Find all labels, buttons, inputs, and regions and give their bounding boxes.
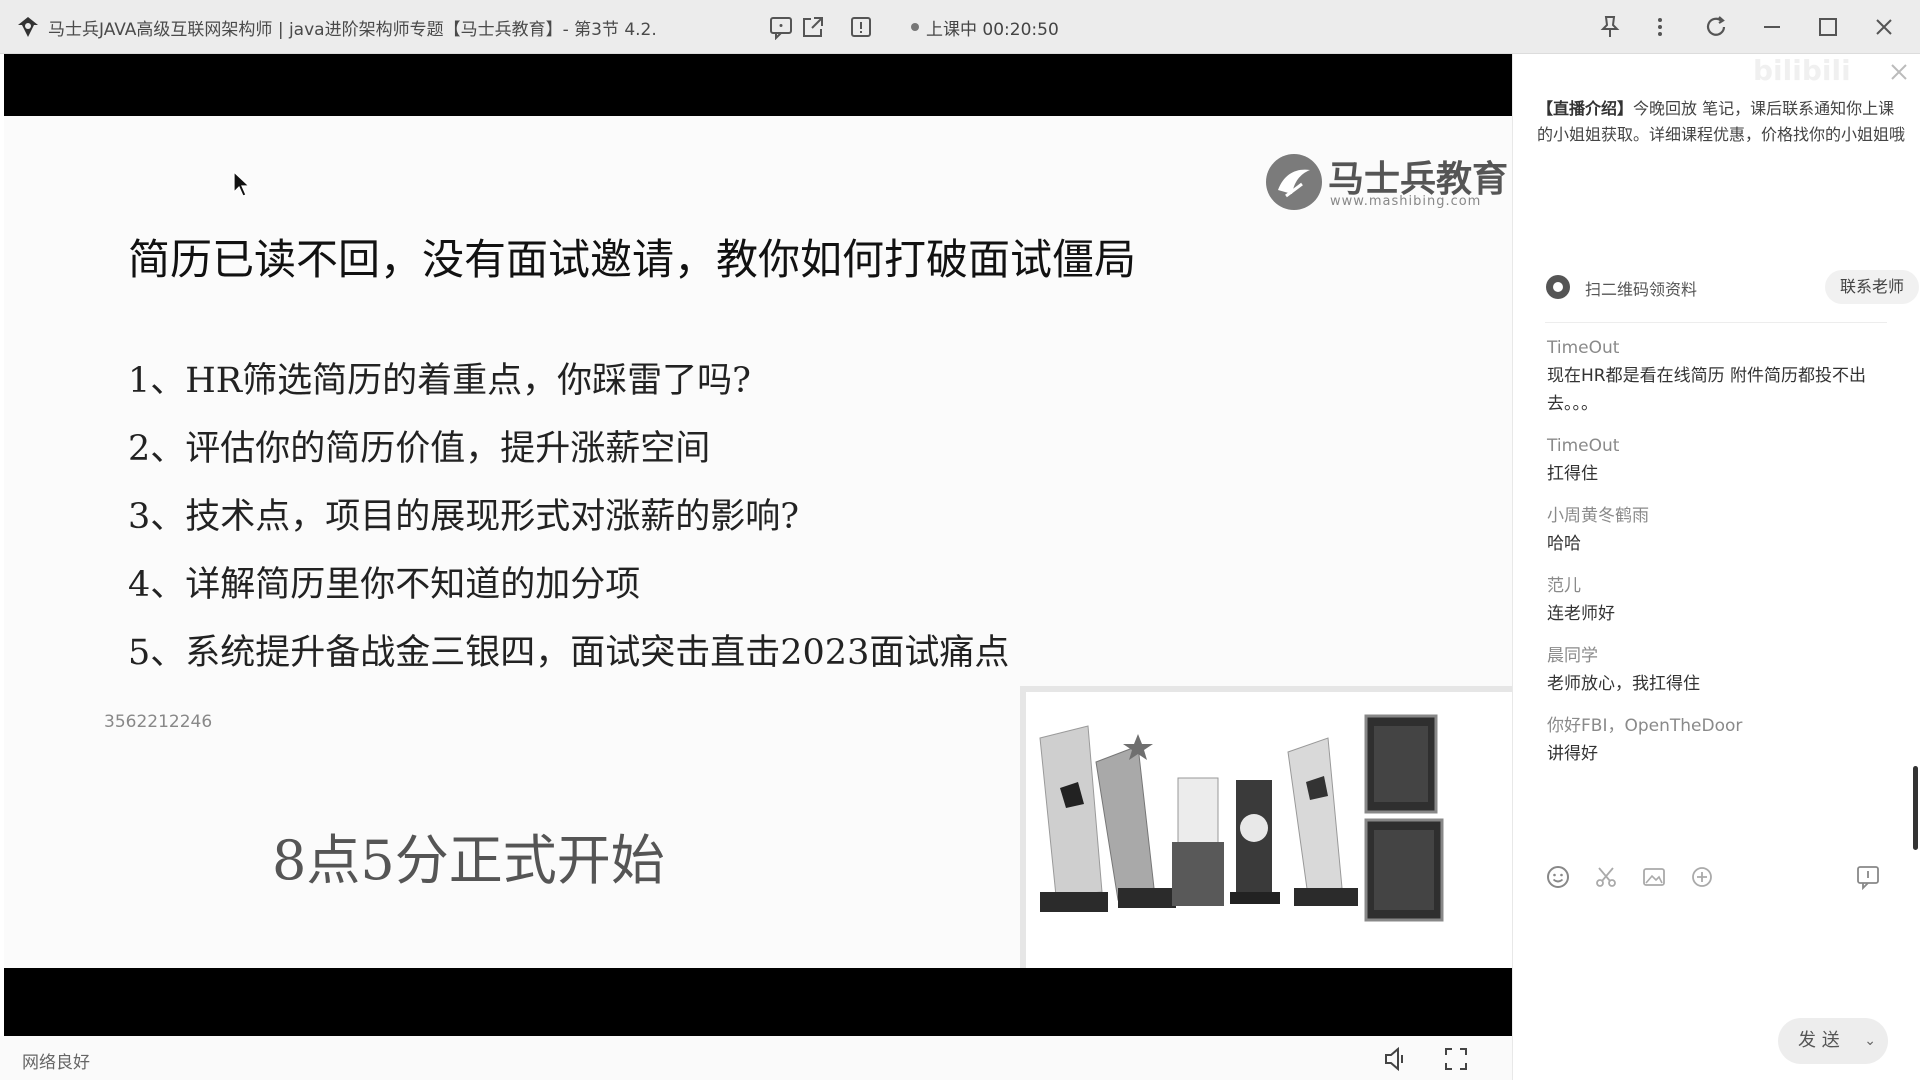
chevron-down-icon[interactable]: ⌄ xyxy=(1864,1018,1876,1064)
more-icon[interactable] xyxy=(1646,13,1674,41)
window-title: 马士兵JAVA高级互联网架构师 | java进阶架构师专题【马士兵教育】- 第3… xyxy=(48,20,657,40)
title-bar: 马士兵JAVA高级互联网架构师 | java进阶架构师专题【马士兵教育】- 第3… xyxy=(0,0,1920,54)
letterbox-top xyxy=(4,54,1512,116)
chat-user: TimeOut xyxy=(1547,436,1620,456)
volume-icon[interactable] xyxy=(1382,1045,1410,1073)
network-status: 网络良好 xyxy=(22,1053,90,1073)
close-icon[interactable] xyxy=(1870,13,1898,41)
chat-message: 小周黄冬鹤雨 哈哈 xyxy=(1547,502,1887,558)
slide-point: 3、技术点，项目的展现形式对涨薪的影响? xyxy=(128,497,800,537)
chat-user: 晨同学 xyxy=(1547,646,1598,666)
contact-teacher-button[interactable]: 联系老师 xyxy=(1825,270,1919,304)
chat-user: TimeOut xyxy=(1547,338,1620,358)
send-button[interactable]: 发 送 ⌄ xyxy=(1778,1018,1888,1064)
live-indicator xyxy=(911,23,919,31)
maximize-icon[interactable] xyxy=(1814,13,1842,41)
comment-icon[interactable] xyxy=(768,14,794,40)
divider xyxy=(1545,322,1887,323)
chat-text: 哈哈 xyxy=(1547,534,1581,554)
live-status: 上课中 00:20:50 xyxy=(926,20,1059,40)
pin-icon[interactable] xyxy=(1596,13,1624,41)
chat-text: 连老师好 xyxy=(1547,604,1615,624)
chat-scrollbar[interactable] xyxy=(1913,766,1918,850)
fullscreen-icon[interactable] xyxy=(1442,1045,1470,1073)
player-controls: 网络良好 xyxy=(0,1036,1512,1080)
send-label: 发 送 xyxy=(1798,1030,1840,1051)
gift-icon[interactable] xyxy=(1689,864,1715,890)
chat-text: 讲得好 xyxy=(1547,744,1598,764)
slide-point: 4、详解简历里你不知道的加分项 xyxy=(128,565,641,605)
qr-avatar-icon xyxy=(1546,275,1570,299)
qr-text: 扫二维码领资料 xyxy=(1585,280,1698,299)
chat-message: 范儿 连老师好 xyxy=(1547,572,1887,628)
image-icon[interactable] xyxy=(1641,864,1667,890)
live-intro: 【直播介绍】今晚回放 笔记，课后联系通知你上课的小姐姐获取。详细课程优惠，价格找… xyxy=(1537,96,1907,148)
slide-heading: 简历已读不回，没有面试邀请，教你如何打破面试僵局 xyxy=(128,235,1137,284)
chat-messages: TimeOut 现在HR都是看在线简历 附件简历都投不出去。。。 TimeOut… xyxy=(1547,334,1887,782)
minimize-icon[interactable] xyxy=(1758,13,1786,41)
chat-user: 你好FBI，OpenTheDoor xyxy=(1547,716,1743,736)
watermark: bilibili xyxy=(1753,54,1851,87)
slide-point: 2、评估你的简历价值，提升涨薪空间 xyxy=(128,429,711,469)
intro-tag: 【直播介绍】 xyxy=(1537,99,1634,118)
brand-url: www.mashibing.com xyxy=(1330,194,1482,209)
chat-message: 你好FBI，OpenTheDoor 讲得好 xyxy=(1547,712,1887,768)
report-icon[interactable] xyxy=(848,14,874,40)
app-logo-icon xyxy=(18,17,38,37)
presentation-slide: 马士兵教育 www.mashibing.com 简历已读不回，没有面试邀请，教你… xyxy=(4,116,1512,968)
slide-point: 1、HR筛选简历的着重点，你踩雷了吗? xyxy=(128,361,751,401)
video-player[interactable]: 马士兵教育 www.mashibing.com 简历已读不回，没有面试邀请，教你… xyxy=(4,54,1512,1036)
panel-close-icon[interactable] xyxy=(1887,60,1911,84)
chat-message: 晨同学 老师放心，我扛得住 xyxy=(1547,642,1887,698)
slide-point: 5、系统提升备战金三银四，面试突击直击2023面试痛点 xyxy=(128,633,1010,673)
refresh-icon[interactable] xyxy=(1702,13,1730,41)
brand-logo: 马士兵教育 www.mashibing.com xyxy=(1266,148,1508,212)
trophy-illustration xyxy=(1026,692,1512,968)
chat-text: 扛得住 xyxy=(1547,464,1598,484)
slide-points: 1、HR筛选简历的着重点，你踩雷了吗? 2、评估你的简历价值，提升涨薪空间 3、… xyxy=(128,352,1009,692)
chat-text: 现在HR都是看在线简历 附件简历都投不出去。。。 xyxy=(1547,366,1866,414)
chat-toolbar xyxy=(1545,864,1885,894)
chat-user: 小周黄冬鹤雨 xyxy=(1547,506,1649,526)
chat-message: TimeOut 扛得住 xyxy=(1547,432,1887,488)
mouse-cursor-icon xyxy=(233,170,251,197)
qq-number: 3562212246 xyxy=(104,712,213,732)
chat-text: 老师放心，我扛得住 xyxy=(1547,674,1700,694)
qr-row: 扫二维码领资料 联系老师 xyxy=(1545,268,1919,304)
emoji-icon[interactable] xyxy=(1545,864,1571,890)
chat-user: 范儿 xyxy=(1547,576,1581,596)
letterbox-bottom xyxy=(4,968,1512,1036)
scissors-icon[interactable] xyxy=(1593,864,1619,890)
message-box-icon[interactable] xyxy=(1855,864,1881,890)
trophy-photo xyxy=(1020,686,1512,968)
start-time-notice: 8点5分正式开始 xyxy=(272,829,665,892)
chat-panel: bilibili 【直播介绍】今晚回放 笔记，课后联系通知你上课的小姐姐获取。详… xyxy=(1512,54,1920,1080)
brand-logo-icon xyxy=(1266,154,1322,210)
share-icon[interactable] xyxy=(800,14,826,40)
chat-message: TimeOut 现在HR都是看在线简历 附件简历都投不出去。。。 xyxy=(1547,334,1887,418)
